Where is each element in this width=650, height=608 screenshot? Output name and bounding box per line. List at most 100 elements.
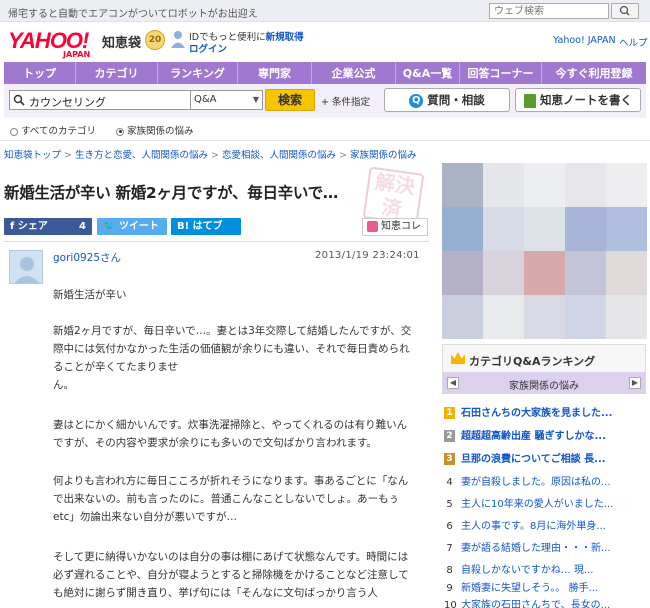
breadcrumb: 知恵袋トップ > 生き方と恋愛、人間関係の悩み > 恋愛相談、人間関係の悩み > 家族関係の…: [4, 147, 416, 161]
scope-current-label: 家族関係の悩み: [127, 126, 194, 137]
search-type-select[interactable]: Q&A ▼: [191, 90, 263, 110]
nav-experts[interactable]: 専門家: [238, 62, 312, 84]
ask-question-button[interactable]: Q 質問・相談: [384, 88, 510, 112]
yahoo-japan-link[interactable]: Yahoo! JAPAN: [553, 35, 616, 46]
ranking-category: 家族関係の悩み: [509, 381, 579, 392]
rank-number: 2: [444, 430, 455, 442]
rank-number: 10: [444, 600, 457, 608]
ranking-item-text: 超超超高齢出産 騒ぎすしかな...: [461, 431, 606, 442]
rank-number: 7: [446, 543, 453, 554]
write-note-label: 知恵ノートを書く: [540, 93, 632, 107]
rank-number: 3: [444, 453, 455, 465]
nav-category[interactable]: カテゴリ: [76, 62, 158, 84]
ranking-item[interactable]: 3 旦那の浪費についてご相談 長...: [444, 450, 644, 470]
question-body-paragraph: 何よりも言われ方に毎日こころが折れそうになります。事あるごとに「なんで出来ないの…: [53, 475, 409, 523]
note-icon: [524, 93, 536, 108]
avatar[interactable]: [9, 250, 43, 284]
web-search-button[interactable]: [611, 3, 639, 19]
question-icon: Q: [409, 93, 424, 108]
ranking-item[interactable]: 6 主人の事です。8月に海外単身...: [444, 517, 644, 537]
question-title: 新婚生活が辛い 新婚2ヶ月ですが、毎日辛いで…: [4, 184, 339, 202]
rank-number: 8: [446, 565, 453, 576]
ranking-item[interactable]: 10 大家族の石田さんちで、長女の...: [444, 596, 644, 608]
tweet-button[interactable]: 🐦 ツイート: [97, 218, 167, 235]
breadcrumb-life[interactable]: 生き方と恋愛、人間関係の悩み: [75, 150, 208, 161]
twitter-icon: 🐦: [103, 221, 119, 232]
ranking-item[interactable]: 5 主人に10年来の愛人がいました...: [444, 495, 644, 515]
breadcrumb-separator: >: [338, 150, 347, 161]
rank-number: 6: [446, 521, 453, 532]
facebook-share-button[interactable]: f シェア 4: [4, 218, 92, 235]
nav-register[interactable]: 今すぐ利用登録: [542, 62, 646, 84]
question-date: 2013/1/19 23:24:01: [315, 250, 420, 261]
search-query: カウンセリング: [29, 96, 106, 109]
breadcrumb-top[interactable]: 知恵袋トップ: [4, 150, 61, 161]
ranking-category-bar: ◀ 家族関係の悩み ▶: [442, 372, 646, 394]
rank-number: 5: [446, 499, 453, 510]
anniversary-badge: 20: [145, 30, 165, 50]
ask-question-label: 質問・相談: [427, 93, 485, 107]
breadcrumb-family[interactable]: 家族関係の悩み: [350, 150, 417, 161]
search-type-value: Q&A: [194, 94, 217, 105]
ranking-item-text: 主人の事です。8月に海外単身...: [461, 521, 606, 532]
ranking-item-text: 石田さんちの大家族を見ました...: [461, 408, 613, 419]
search-button[interactable]: 検索: [265, 89, 315, 111]
default-avatar-icon: [14, 257, 40, 283]
tweet-label: ツイート: [118, 221, 159, 232]
ranking-item[interactable]: 7 妻が語る結婚した理由・・・新...: [444, 539, 644, 559]
ranking-item[interactable]: 4 妻が自殺しました。原因は私の...: [444, 473, 644, 493]
radio-selected-icon: [116, 127, 124, 136]
help-link[interactable]: ヘルプ: [619, 35, 648, 49]
scope-current-radio[interactable]: 家族関係の悩み: [116, 123, 194, 137]
crown-icon: [451, 352, 465, 364]
nav-official[interactable]: 企業公式: [312, 62, 396, 84]
main-nav: トップ カテゴリ ランキング 専門家 企業公式 Q&A一覧 回答コーナー 今すぐ…: [4, 62, 646, 84]
next-category-button[interactable]: ▶: [629, 377, 641, 389]
ranking-item[interactable]: 2 超超超高齢出産 騒ぎすしかな...: [444, 427, 644, 447]
rank-number: 4: [446, 477, 453, 488]
rank-number: 1: [444, 407, 455, 419]
question-body-paragraph: 新婚2ヶ月ですが、毎日辛いで…。妻とは3年交際して結婚したんですが、交際中には気…: [53, 325, 412, 391]
chiebukuro-logo[interactable]: 知恵袋: [102, 32, 141, 51]
user-icon: [171, 31, 185, 48]
hatena-icon: B!: [177, 221, 193, 232]
chiekore-button[interactable]: 知恵コレ: [362, 218, 428, 236]
nav-ranking[interactable]: ランキング: [158, 62, 238, 84]
ranking-item-text: 新婚妻に失望しそう。。 勝手...: [461, 583, 599, 594]
facebook-share-count: 4: [79, 221, 86, 232]
web-search-input[interactable]: [489, 3, 609, 19]
search-conditions-link[interactable]: + 条件指定: [321, 94, 370, 108]
chiekore-label: 知恵コレ: [381, 221, 421, 232]
promo-link[interactable]: 帰宅すると自動でエアコンがついてロボットがお出迎え: [8, 5, 258, 20]
breadcrumb-love[interactable]: 恋愛相談、人間関係の悩み: [222, 150, 336, 161]
nav-answer-corner[interactable]: 回答コーナー: [460, 62, 542, 84]
search-icon: [619, 5, 630, 16]
nav-qa-list[interactable]: Q&A一覧: [396, 62, 460, 84]
chevron-down-icon: ▼: [252, 95, 259, 104]
ranking-item[interactable]: 8 自殺しかないですかね… 現...: [444, 561, 644, 581]
nav-top[interactable]: トップ: [4, 62, 76, 84]
ranking-item-text: 旦那の浪費についてご相談 長...: [461, 454, 606, 465]
search-icon: [13, 94, 25, 106]
facebook-share-label: シェア: [17, 221, 48, 232]
breadcrumb-separator: >: [64, 150, 72, 161]
login-link[interactable]: ログイン: [189, 41, 227, 55]
qa-search-input[interactable]: カウンセリング: [9, 90, 191, 110]
register-link[interactable]: 新規取得: [266, 32, 304, 43]
scope-all-label: すべてのカテゴリ: [21, 126, 96, 137]
ranking-item-text: 妻が自殺しました。原因は私の...: [461, 477, 611, 488]
question-body-paragraph: そして更に納得いかないのは自分の事は棚にあげて状態なんです。時間には必ず遅れるこ…: [53, 551, 409, 599]
question-author[interactable]: gori0925さん: [53, 250, 121, 265]
breadcrumb-separator: >: [211, 150, 219, 161]
hatena-bookmark-button[interactable]: B! はてブ: [171, 218, 241, 235]
facebook-icon: f: [10, 221, 18, 232]
ranking-item[interactable]: 1 石田さんちの大家族を見ました...: [444, 404, 644, 424]
question-body-paragraph: 妻はとにかく細かいんです。炊事洗濯掃除と、やってくれるのは有り難いんですが、その…: [53, 419, 408, 449]
ranking-header: カテゴリQ&Aランキング: [442, 344, 646, 372]
advertisement[interactable]: [442, 163, 647, 339]
radio-icon: [10, 127, 18, 136]
ranking-item-text: 自殺しかないですかね… 現...: [461, 565, 594, 576]
write-note-button[interactable]: 知恵ノートを書く: [515, 88, 641, 112]
scope-all-radio[interactable]: すべてのカテゴリ: [10, 123, 96, 137]
hatena-label: はてブ: [192, 221, 223, 232]
